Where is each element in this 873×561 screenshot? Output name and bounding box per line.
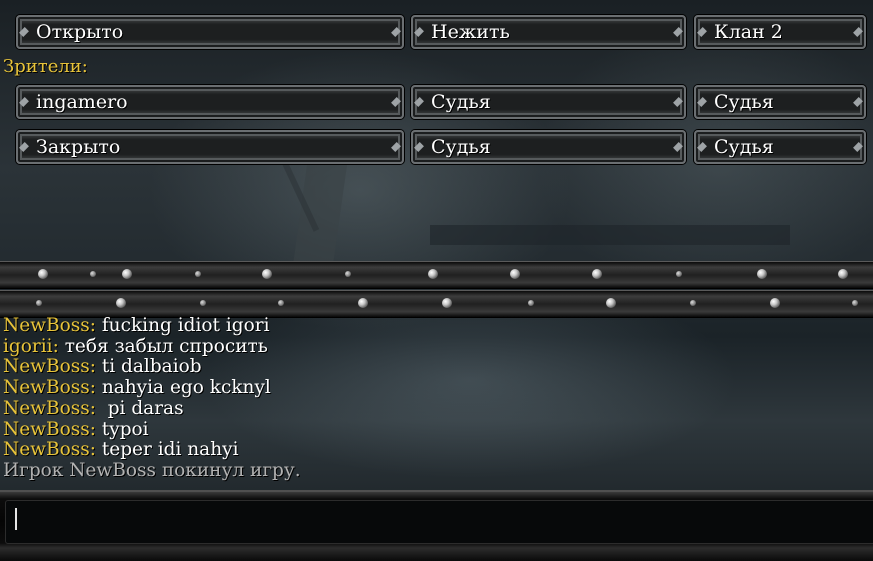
- spectators-label: Зрители:: [3, 56, 88, 77]
- rivet-icon: [770, 298, 780, 308]
- chat-nick: NewBoss:: [3, 439, 96, 461]
- rivet-icon: [116, 298, 126, 308]
- metal-rail-bottom: [0, 548, 873, 561]
- chat-message: NewBoss: fucking idiot igori: [3, 315, 863, 337]
- spectator-race-label: Судья: [431, 136, 491, 158]
- rivet-icon: [510, 269, 520, 279]
- chat-nick: NewBoss:: [3, 397, 96, 419]
- race-select[interactable]: Нежить: [411, 15, 686, 49]
- chat-input-frame: [0, 490, 873, 550]
- rivet-icon: [838, 269, 848, 279]
- chat-text: тебя забыл спросить: [58, 335, 268, 357]
- team-select-label: Клан 2: [714, 21, 783, 43]
- rivet-icon: [38, 269, 48, 279]
- spectator-race-select[interactable]: Судья: [411, 130, 686, 164]
- chat-text: nahyia ego kcknyl: [95, 377, 271, 399]
- chat-text: fucking idiot igori: [95, 315, 270, 336]
- rivet-icon: [690, 300, 696, 306]
- slot-row: Открыто Нежить Клан 2: [0, 15, 873, 57]
- spectator-player-label: Закрыто: [36, 136, 121, 158]
- rivet-icon: [442, 298, 452, 308]
- rivet-icon: [358, 298, 368, 308]
- rivet-icon: [428, 269, 438, 279]
- race-select-label: Нежить: [431, 21, 510, 43]
- chat-message: NewBoss: teper idi nahyi: [3, 439, 863, 461]
- chat-message: NewBoss: nahyia ego kcknyl: [3, 377, 863, 399]
- chat-text: pi daras: [95, 397, 184, 419]
- chat-nick: NewBoss:: [3, 418, 96, 440]
- rivet-icon: [195, 271, 201, 277]
- spectator-row: Закрыто Судья Судья: [0, 130, 873, 172]
- spectator-team-label: Судья: [714, 136, 774, 158]
- rivet-icon: [592, 269, 602, 279]
- spectator-team-select[interactable]: Судья: [694, 130, 866, 164]
- rivet-icon: [278, 300, 284, 306]
- chat-message: NewBoss: typoi: [3, 418, 863, 441]
- rivet-icon: [36, 300, 42, 306]
- spectator-player-label: ingamero: [36, 91, 128, 113]
- rivet-icon: [852, 300, 858, 306]
- spectator-player-select[interactable]: ingamero: [16, 85, 404, 119]
- rivet-icon: [606, 298, 616, 308]
- chat-log: NewBoss: fucking idiot igori igorii: теб…: [3, 315, 863, 482]
- rivet-icon: [676, 271, 682, 277]
- slot-row-cut: [0, 0, 873, 6]
- spectator-team-select[interactable]: Судья: [694, 85, 866, 119]
- ship-deck-silhouette: [430, 225, 790, 245]
- rivet-icon: [262, 269, 272, 279]
- chat-message: igorii: тебя забыл спросить: [3, 335, 863, 358]
- rivet-icon: [757, 269, 767, 279]
- chat-nick: igorii:: [3, 335, 59, 357]
- rivet-icon: [200, 300, 206, 306]
- metal-rail-upper: [0, 261, 873, 289]
- system-message: Игрок NewBoss покинул игру.: [3, 459, 301, 481]
- chat-input[interactable]: [5, 500, 873, 544]
- spectator-race-select[interactable]: Судья: [411, 85, 686, 119]
- chat-text: typoi: [95, 418, 149, 440]
- spectator-player-select[interactable]: Закрыто: [16, 130, 404, 164]
- chat-message: NewBoss: pi daras: [3, 397, 863, 420]
- rivet-icon: [345, 271, 351, 277]
- chat-nick: NewBoss:: [3, 377, 96, 399]
- spectator-team-label: Судья: [714, 91, 774, 113]
- rivet-icon: [528, 300, 534, 306]
- metal-rail-lower: [0, 290, 873, 318]
- chat-text: teper idi nahyi: [95, 439, 239, 461]
- player-select-label: Открыто: [36, 21, 124, 43]
- chat-nick: NewBoss:: [3, 315, 96, 336]
- spectator-row: ingamero Судья Судья: [0, 85, 873, 127]
- team-select[interactable]: Клан 2: [694, 15, 866, 49]
- text-caret: [15, 508, 17, 530]
- chat-message: NewBoss: ti dalbaiob: [3, 357, 863, 378]
- chat-text: ti dalbaiob: [95, 356, 202, 378]
- player-select[interactable]: Открыто: [16, 15, 404, 49]
- rivet-icon: [122, 269, 132, 279]
- spectator-race-label: Судья: [431, 91, 491, 113]
- rivet-icon: [90, 271, 96, 277]
- chat-nick: NewBoss:: [3, 356, 96, 378]
